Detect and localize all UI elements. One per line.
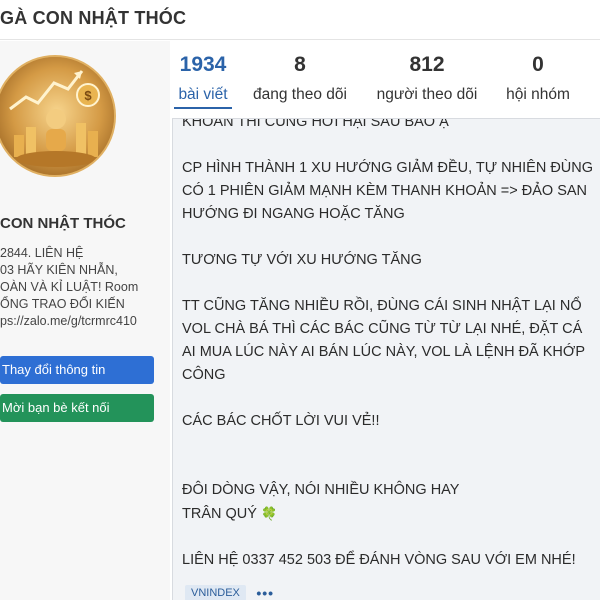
post-line: AI MUA LÚC NÀY AI BÁN LÚC NÀY, VOL LÀ LỆ… [182,344,585,360]
avatar-image: $ [0,57,114,175]
post-line: CÔNG [182,367,226,383]
post-line: CÓ 1 PHIÊN GIẢM MẠNH KÈM THANH KHOẢN => … [182,183,588,199]
post-line: TT CŨNG TĂNG NHIỀU RỒI, ĐÙNG CÁI SINH NH… [182,298,582,314]
post-line: CP HÌNH THÀNH 1 XU HƯỚNG GIẢM ĐỀU, TỰ NH… [182,160,594,176]
profile-name: CON NHẬT THÓC [0,215,126,232]
edit-profile-button[interactable]: Thay đổi thông tin [0,356,154,384]
tag-vnindex[interactable]: VNINDEX [185,584,246,600]
post-line: VOL CHÀ BÁ THÌ CÁC BÁC CŨNG TỪ TỪ LẠI NH… [182,321,583,337]
stat-posts-tab[interactable]: 1934 bài viết [174,52,232,109]
stat-following-tab[interactable]: 8 đang theo dõi [246,52,354,105]
post-line: LIÊN HỆ 0337 452 503 ĐỂ ĐÁNH VÒNG SAU VỚ… [182,552,576,568]
post-line: KHOẢN THÌ CŨNG HƠI HẠI SAU BẢO Ạ [182,118,449,130]
profile-stats: 1934 bài viết 8 đang theo dõi 812 người … [172,52,600,118]
post-line: ĐÔI DÒNG VẬY, NÓI NHIỀU KHÔNG HAY [182,482,460,498]
post-line-text: TRÂN QUÝ [182,506,257,522]
more-options-icon[interactable]: ••• [256,585,274,600]
post-card: KHOẢN THÌ CŨNG HƠI HẠI SAU BẢO Ạ CP HÌNH… [172,118,600,600]
stat-groups-label: hội nhóm [506,86,570,103]
profile-bio: 2844. LIÊN HỆ 03 HÃY KIÊN NHẪN, OÀN VÀ K… [0,245,154,330]
avatar[interactable]: $ [0,55,116,177]
stat-followers-label: người theo dõi [376,86,478,103]
post-tags: VNINDEX ••• [185,584,274,600]
svg-text:$: $ [84,88,92,103]
bio-line: OÀN VÀ KỈ LUẬT! Room [0,280,139,294]
active-tab-indicator [174,107,232,109]
stat-groups-count: 0 [532,53,544,76]
bio-line: 2844. LIÊN HỆ [0,246,84,260]
post-line: CÁC BÁC CHỐT LỜI VUI VẺ!! [182,413,380,429]
clover-icon: 🍀 [260,506,278,521]
invite-friends-button[interactable]: Mời bạn bè kết nối [0,394,154,422]
profile-sidebar: $ CON NHẬT THÓC 2844. LIÊN HỆ 03 HÃY KIÊ… [0,41,170,600]
post-body: KHOẢN THÌ CŨNG HƠI HẠI SAU BẢO Ạ CP HÌNH… [182,118,600,572]
stat-followers-count: 812 [409,53,445,76]
bio-zalo-link[interactable]: ps://zalo.me/g/tcrmrc410 [0,313,154,330]
bio-line: 03 HÃY KIÊN NHẪN, [0,263,118,277]
stat-followers-tab[interactable]: 812 người theo dõi [370,52,484,105]
bio-line: ỔNG TRAO ĐỔI KIẾN [0,297,125,311]
stat-following-count: 8 [294,53,306,76]
stat-posts-count: 1934 [179,53,227,76]
post-line: HƯỚNG ĐI NGANG HOẶC TĂNG [182,206,405,222]
page-title: GÀ CON NHẬT THÓC [0,8,187,28]
stat-groups-tab[interactable]: 0 hội nhóm [500,52,576,105]
post-line: TƯƠNG TỰ VỚI XU HƯỚNG TĂNG [182,252,422,268]
stat-following-label: đang theo dõi [253,86,347,103]
post-line-signature: TRÂN QUÝ 🍀 [182,502,600,526]
stat-posts-label: bài viết [178,86,228,103]
top-bar: GÀ CON NHẬT THÓC [0,0,600,40]
